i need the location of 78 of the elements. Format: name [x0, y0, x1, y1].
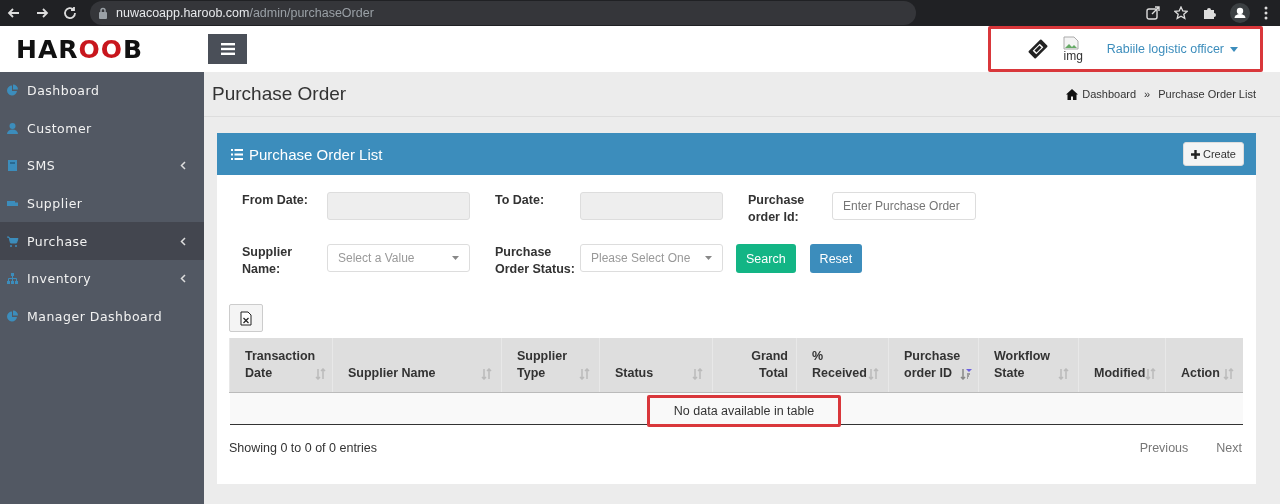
date-field[interactable] — [327, 192, 470, 220]
column-header[interactable]: % Received — [796, 338, 889, 392]
star-icon[interactable] — [1174, 6, 1188, 20]
sort-icon — [868, 367, 880, 380]
sort-icon — [1222, 367, 1235, 380]
home-icon — [1066, 88, 1079, 100]
share-icon[interactable] — [1146, 6, 1160, 20]
sort-icon — [1145, 367, 1158, 380]
hierarchy-icon — [6, 272, 19, 286]
menu-button[interactable] — [208, 34, 247, 64]
sidebar-item[interactable]: Manager Dashboard — [0, 297, 204, 336]
sort-icon — [481, 367, 493, 380]
panel-title: Purchase Order List — [249, 145, 383, 163]
reset-button[interactable]: Reset — [809, 244, 863, 273]
spreadsheet-file-icon — [240, 310, 252, 326]
column-header[interactable]: Modified — [1078, 338, 1166, 392]
sidebar-item[interactable]: Dashboard — [0, 72, 204, 110]
logo[interactable]: HAROOB — [0, 34, 204, 64]
caret-icon — [705, 256, 712, 260]
sort-icon — [692, 367, 704, 380]
sort-descending-icon — [960, 367, 973, 380]
chevron-left-icon — [180, 236, 186, 246]
filter-label: Purchase order Id: — [748, 192, 806, 226]
column-header[interactable]: Purchase order ID — [888, 338, 979, 392]
column-header[interactable]: Supplier Name — [332, 338, 502, 392]
url-path: /admin/purchaseOrder — [249, 6, 374, 20]
list-icon — [231, 148, 243, 160]
pie-chart-icon — [6, 84, 19, 98]
pagination-link[interactable]: Next — [1216, 436, 1242, 459]
menu-icon — [220, 43, 235, 55]
breadcrumb-current: Purchase Order List — [1158, 88, 1256, 100]
user-icon — [6, 121, 19, 135]
excel-export-button[interactable] — [229, 304, 263, 332]
filter-label: Purchase Order Status: — [495, 244, 576, 278]
filter-label: To Date: — [495, 192, 546, 209]
column-header[interactable]: Action — [1165, 338, 1243, 392]
caret-icon — [1230, 46, 1238, 52]
sidebar-item[interactable]: Customer — [0, 109, 204, 148]
sidebar-item[interactable]: Purchase — [0, 222, 204, 260]
page-title: Purchase Order — [212, 83, 347, 105]
more-icon[interactable] — [1264, 6, 1268, 20]
column-header[interactable]: Status — [599, 338, 713, 392]
puzzle-icon[interactable] — [1202, 6, 1216, 20]
book-icon — [6, 159, 19, 173]
profile-icon[interactable] — [1230, 3, 1250, 23]
cart-icon — [6, 234, 19, 248]
address-bar[interactable]: nuwacoapp.haroob.com/admin/purchaseOrder — [90, 1, 916, 25]
column-header[interactable]: Transaction Date — [229, 338, 333, 392]
sidebar-item[interactable]: Inventory — [0, 259, 204, 298]
reload-icon[interactable] — [62, 5, 78, 21]
table-info-text: Showing 0 to 0 of 0 entries — [229, 440, 377, 455]
create-button[interactable]: Create — [1182, 142, 1244, 166]
chevron-left-icon — [180, 274, 186, 284]
breadcrumb-link[interactable]: Dashboard — [1066, 88, 1137, 100]
date-field[interactable] — [580, 192, 723, 220]
sort-icon — [1058, 367, 1070, 380]
pagination-link[interactable]: Previous — [1139, 436, 1189, 459]
user-name-link[interactable]: Rabiile logistic officer — [1106, 42, 1238, 56]
image-alt-text: img — [1063, 49, 1083, 63]
column-header[interactable]: Grand Total — [712, 338, 797, 392]
sidebar-item[interactable]: Supplier — [0, 184, 204, 223]
url-host: nuwacoapp.haroob.com — [116, 6, 250, 20]
sort-icon — [579, 367, 591, 380]
broken-image-icon — [1063, 35, 1080, 50]
plus-icon — [1190, 149, 1200, 159]
caret-icon — [452, 256, 459, 260]
breadcrumb-separator: » — [1144, 88, 1151, 100]
sidebar-item[interactable]: SMS — [0, 147, 204, 185]
column-header[interactable]: Supplier Type — [501, 338, 600, 392]
filter-label: From Date: — [242, 192, 309, 209]
sort-icon — [315, 367, 328, 380]
pie-chart-icon — [6, 309, 19, 323]
column-header[interactable]: Workflow State — [978, 338, 1079, 392]
chevron-left-icon — [180, 161, 186, 171]
empty-table-message: No data available in table — [646, 395, 842, 427]
input-field[interactable]: Enter Purchase Order — [832, 192, 976, 220]
filter-label: Supplier Name: — [242, 244, 293, 278]
lock-icon — [98, 7, 108, 19]
